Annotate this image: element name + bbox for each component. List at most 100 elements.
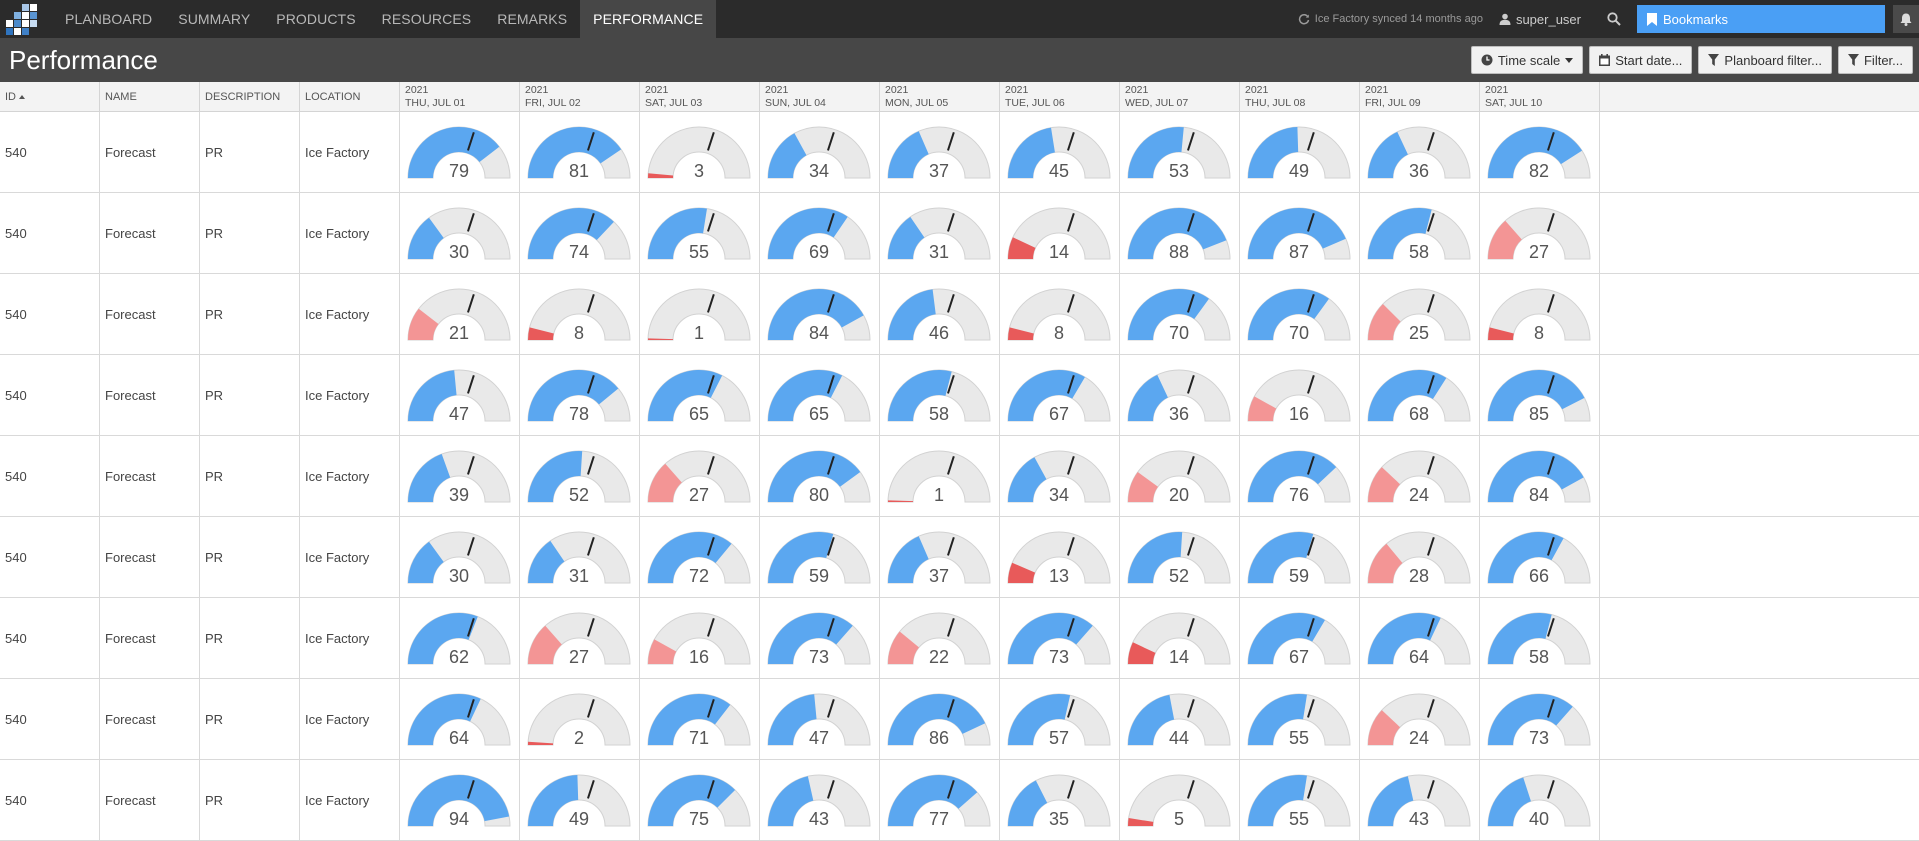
gauge-cell[interactable]: 58 bbox=[1480, 598, 1600, 678]
gauge-cell[interactable]: 46 bbox=[880, 274, 1000, 354]
gauge-cell[interactable]: 65 bbox=[760, 355, 880, 435]
nav-item-products[interactable]: PRODUCTS bbox=[263, 0, 368, 38]
table-row[interactable]: 540 Forecast PR Ice Factory 39 52 27 80 1 34 20 76 2… bbox=[0, 436, 1919, 517]
table-row[interactable]: 540 Forecast PR Ice Factory 47 78 65 65 58 67 36 16… bbox=[0, 355, 1919, 436]
column-header-description[interactable]: DESCRIPTION bbox=[200, 82, 300, 111]
gauge-cell[interactable]: 34 bbox=[1000, 436, 1120, 516]
gauge-cell[interactable]: 77 bbox=[880, 760, 1000, 840]
gauge-cell[interactable]: 27 bbox=[640, 436, 760, 516]
app-logo[interactable] bbox=[0, 0, 52, 38]
gauge-cell[interactable]: 45 bbox=[1000, 112, 1120, 192]
bookmarks-button[interactable]: Bookmarks bbox=[1637, 5, 1885, 33]
table-row[interactable]: 540 Forecast PR Ice Factory 94 49 75 43 77 35 5 55 4… bbox=[0, 760, 1919, 841]
gauge-cell[interactable]: 40 bbox=[1480, 760, 1600, 840]
nav-item-planboard[interactable]: PLANBOARD bbox=[52, 0, 165, 38]
gauge-cell[interactable]: 24 bbox=[1360, 436, 1480, 516]
gauge-cell[interactable]: 8 bbox=[1000, 274, 1120, 354]
table-row[interactable]: 540 Forecast PR Ice Factory 30 31 72 59 37 13 52 59… bbox=[0, 517, 1919, 598]
gauge-cell[interactable]: 70 bbox=[1120, 274, 1240, 354]
gauge-cell[interactable]: 85 bbox=[1480, 355, 1600, 435]
gauge-cell[interactable]: 84 bbox=[1480, 436, 1600, 516]
gauge-cell[interactable]: 71 bbox=[640, 679, 760, 759]
nav-item-remarks[interactable]: REMARKS bbox=[484, 0, 580, 38]
gauge-cell[interactable]: 2 bbox=[520, 679, 640, 759]
gauge-cell[interactable]: 55 bbox=[640, 193, 760, 273]
column-header-date[interactable]: 2021 FRI, JUL 09 bbox=[1360, 82, 1480, 111]
table-row[interactable]: 540 Forecast PR Ice Factory 21 8 1 84 46 8 70 70 25 8 bbox=[0, 274, 1919, 355]
table-row[interactable]: 540 Forecast PR Ice Factory 62 27 16 73 22 73 14 67… bbox=[0, 598, 1919, 679]
gauge-cell[interactable]: 21 bbox=[400, 274, 520, 354]
gauge-cell[interactable]: 27 bbox=[520, 598, 640, 678]
gauge-cell[interactable]: 52 bbox=[1120, 517, 1240, 597]
gauge-cell[interactable]: 20 bbox=[1120, 436, 1240, 516]
gauge-cell[interactable]: 79 bbox=[400, 112, 520, 192]
gauge-cell[interactable]: 80 bbox=[760, 436, 880, 516]
gauge-cell[interactable]: 27 bbox=[1480, 193, 1600, 273]
gauge-cell[interactable]: 43 bbox=[760, 760, 880, 840]
gauge-cell[interactable]: 49 bbox=[1240, 112, 1360, 192]
gauge-cell[interactable]: 66 bbox=[1480, 517, 1600, 597]
table-row[interactable]: 540 Forecast PR Ice Factory 64 2 71 47 86 57 44 55 2… bbox=[0, 679, 1919, 760]
gauge-cell[interactable]: 14 bbox=[1120, 598, 1240, 678]
gauge-cell[interactable]: 47 bbox=[760, 679, 880, 759]
gauge-cell[interactable]: 37 bbox=[880, 517, 1000, 597]
table-row[interactable]: 540 Forecast PR Ice Factory 30 74 55 69 31 14 88 87… bbox=[0, 193, 1919, 274]
gauge-cell[interactable]: 30 bbox=[400, 517, 520, 597]
gauge-cell[interactable]: 87 bbox=[1240, 193, 1360, 273]
gauge-cell[interactable]: 24 bbox=[1360, 679, 1480, 759]
gauge-cell[interactable]: 72 bbox=[640, 517, 760, 597]
gauge-cell[interactable]: 73 bbox=[1480, 679, 1600, 759]
gauge-cell[interactable]: 58 bbox=[880, 355, 1000, 435]
time-scale-button[interactable]: Time scale bbox=[1470, 46, 1584, 74]
gauge-cell[interactable]: 73 bbox=[760, 598, 880, 678]
gauge-cell[interactable]: 65 bbox=[640, 355, 760, 435]
column-header-id[interactable]: ID bbox=[0, 82, 100, 111]
column-header-date[interactable]: 2021 WED, JUL 07 bbox=[1120, 82, 1240, 111]
gauge-cell[interactable]: 75 bbox=[640, 760, 760, 840]
gauge-cell[interactable]: 59 bbox=[1240, 517, 1360, 597]
table-row[interactable]: 540 Forecast PR Ice Factory 79 81 3 34 37 45 53 49 3… bbox=[0, 112, 1919, 193]
planboard-filter-button[interactable]: Planboard filter... bbox=[1698, 46, 1832, 74]
notifications-button[interactable] bbox=[1893, 5, 1919, 33]
gauge-cell[interactable]: 55 bbox=[1240, 679, 1360, 759]
gauge-cell[interactable]: 68 bbox=[1360, 355, 1480, 435]
gauge-cell[interactable]: 16 bbox=[640, 598, 760, 678]
gauge-cell[interactable]: 67 bbox=[1240, 598, 1360, 678]
nav-item-summary[interactable]: SUMMARY bbox=[165, 0, 263, 38]
gauge-cell[interactable]: 34 bbox=[760, 112, 880, 192]
gauge-cell[interactable]: 37 bbox=[880, 112, 1000, 192]
gauge-cell[interactable]: 14 bbox=[1000, 193, 1120, 273]
column-header-date[interactable]: 2021 THU, JUL 01 bbox=[400, 82, 520, 111]
gauge-cell[interactable]: 64 bbox=[400, 679, 520, 759]
nav-item-resources[interactable]: RESOURCES bbox=[369, 0, 485, 38]
gauge-cell[interactable]: 44 bbox=[1120, 679, 1240, 759]
gauge-cell[interactable]: 8 bbox=[1480, 274, 1600, 354]
gauge-cell[interactable]: 36 bbox=[1360, 112, 1480, 192]
column-header-date[interactable]: 2021 SAT, JUL 10 bbox=[1480, 82, 1600, 111]
column-header-date[interactable]: 2021 FRI, JUL 02 bbox=[520, 82, 640, 111]
column-header-date[interactable]: 2021 TUE, JUL 06 bbox=[1000, 82, 1120, 111]
gauge-cell[interactable]: 13 bbox=[1000, 517, 1120, 597]
gauge-cell[interactable]: 35 bbox=[1000, 760, 1120, 840]
gauge-cell[interactable]: 62 bbox=[400, 598, 520, 678]
start-date-button[interactable]: Start date... bbox=[1589, 46, 1693, 74]
gauge-cell[interactable]: 81 bbox=[520, 112, 640, 192]
search-icon[interactable] bbox=[1607, 12, 1621, 26]
gauge-cell[interactable]: 58 bbox=[1360, 193, 1480, 273]
gauge-cell[interactable]: 64 bbox=[1360, 598, 1480, 678]
gauge-cell[interactable]: 36 bbox=[1120, 355, 1240, 435]
gauge-cell[interactable]: 76 bbox=[1240, 436, 1360, 516]
column-header-date[interactable]: 2021 SUN, JUL 04 bbox=[760, 82, 880, 111]
gauge-cell[interactable]: 59 bbox=[760, 517, 880, 597]
gauge-cell[interactable]: 55 bbox=[1240, 760, 1360, 840]
gauge-cell[interactable]: 70 bbox=[1240, 274, 1360, 354]
gauge-cell[interactable]: 31 bbox=[520, 517, 640, 597]
gauge-cell[interactable]: 8 bbox=[520, 274, 640, 354]
gauge-cell[interactable]: 74 bbox=[520, 193, 640, 273]
gauge-cell[interactable]: 78 bbox=[520, 355, 640, 435]
gauge-cell[interactable]: 73 bbox=[1000, 598, 1120, 678]
gauge-cell[interactable]: 86 bbox=[880, 679, 1000, 759]
filter-button[interactable]: Filter... bbox=[1837, 46, 1913, 74]
gauge-cell[interactable]: 39 bbox=[400, 436, 520, 516]
gauge-cell[interactable]: 3 bbox=[640, 112, 760, 192]
